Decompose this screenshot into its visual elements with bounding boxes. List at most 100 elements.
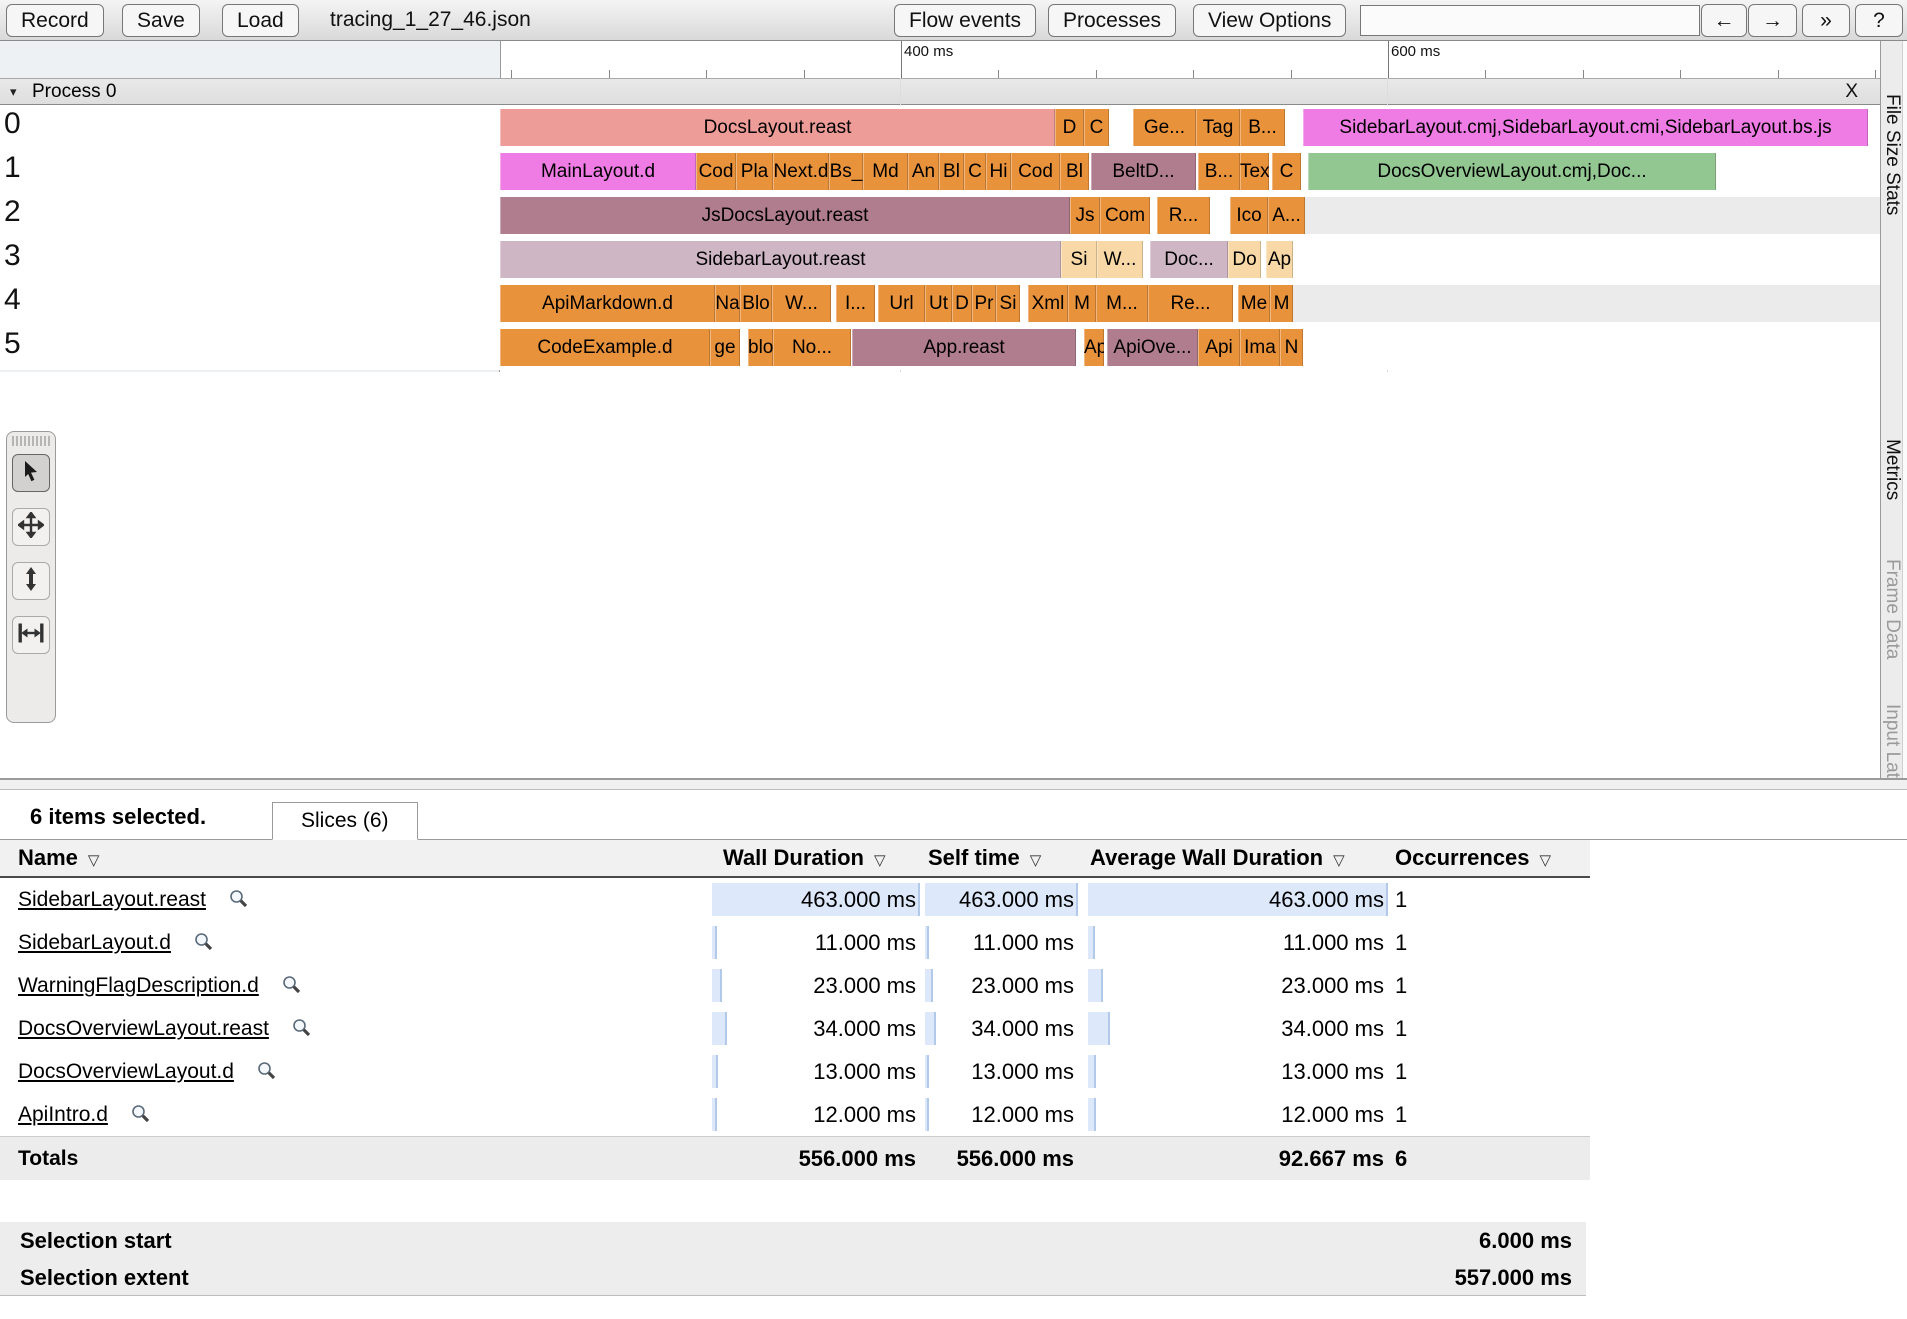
slice-name-link[interactable]: ApiIntro.d (18, 1103, 108, 1126)
slice[interactable]: B... (1240, 109, 1285, 146)
slices-tab[interactable]: Slices (6) (272, 802, 418, 840)
slice-name-link[interactable]: SidebarLayout.reast (18, 888, 206, 911)
column-header-average-wall-duration[interactable]: Average Wall Duration ▽ (1090, 840, 1345, 879)
slice[interactable]: Blo (740, 285, 772, 322)
slice[interactable]: CodeExample.d (500, 329, 710, 366)
slice[interactable]: D (952, 285, 972, 322)
slice[interactable]: JsDocsLayout.reast (500, 197, 1070, 234)
close-icon[interactable]: X (1845, 79, 1858, 104)
magnifier-icon[interactable] (130, 1096, 151, 1139)
slice[interactable]: D (1055, 109, 1084, 146)
magnifier-icon[interactable] (193, 924, 214, 967)
slice[interactable]: Api (1198, 329, 1240, 366)
slice[interactable]: C (1084, 109, 1109, 146)
slice[interactable]: Cod (696, 153, 736, 190)
select-tool-button[interactable] (12, 454, 50, 492)
column-header-occurrences[interactable]: Occurrences ▽ (1395, 840, 1551, 879)
slice[interactable]: Doc... (1150, 241, 1228, 278)
slice[interactable]: blo (748, 329, 773, 366)
slice[interactable]: Url (878, 285, 925, 322)
pan-tool-button[interactable] (12, 508, 50, 546)
slice[interactable]: MainLayout.d (500, 153, 696, 190)
slice[interactable]: Re... (1148, 285, 1233, 322)
save-button[interactable]: Save (122, 4, 200, 37)
palette-drag-handle[interactable] (12, 436, 50, 446)
slice[interactable]: Next.d (773, 153, 829, 190)
slice[interactable]: A... (1268, 197, 1305, 234)
slice[interactable]: M... (1096, 285, 1148, 322)
slice[interactable]: App.reast (852, 329, 1076, 366)
slice[interactable]: Ap (1266, 241, 1293, 278)
slice[interactable]: W... (1097, 241, 1143, 278)
slice[interactable]: Si (996, 285, 1020, 322)
slice[interactable]: Ima (1240, 329, 1280, 366)
magnifier-icon[interactable] (228, 881, 249, 924)
collapse-caret-icon[interactable]: ▾ (10, 79, 17, 104)
slice[interactable]: Js (1070, 197, 1100, 234)
help-button[interactable]: ? (1855, 4, 1903, 37)
slice[interactable]: Ico (1230, 197, 1268, 234)
find-next-button[interactable]: → (1748, 4, 1797, 37)
time-ruler[interactable]: 400 ms 600 ms (0, 41, 1907, 78)
magnifier-icon[interactable] (291, 1010, 312, 1053)
slice[interactable]: DocsLayout.reast (500, 109, 1055, 146)
expand-button[interactable]: » (1802, 4, 1850, 37)
search-input[interactable] (1360, 5, 1700, 36)
slice[interactable]: W... (772, 285, 831, 322)
slice[interactable]: Md (863, 153, 908, 190)
sidebar-tab-frame-data[interactable]: Frame Data (1881, 559, 1903, 659)
slice[interactable]: SidebarLayout.cmj,SidebarLayout.cmi,Side… (1303, 109, 1868, 146)
pane-splitter[interactable] (0, 778, 1907, 790)
slice[interactable]: M (1068, 285, 1096, 322)
slice[interactable]: Com (1100, 197, 1150, 234)
processes-button[interactable]: Processes (1048, 4, 1177, 37)
flow-events-button[interactable]: Flow events (894, 4, 1037, 37)
load-button[interactable]: Load (222, 4, 299, 37)
slice[interactable]: Do (1228, 241, 1261, 278)
slice[interactable]: Ut (925, 285, 952, 322)
timing-tool-button[interactable] (12, 616, 50, 654)
column-header-wall-duration[interactable]: Wall Duration ▽ (723, 840, 886, 879)
slice[interactable]: BeltD... (1091, 153, 1196, 190)
process-header[interactable]: ▾ Process 0 X (0, 78, 1880, 105)
slice[interactable]: Tex (1240, 153, 1269, 190)
slice[interactable]: Bl (1060, 153, 1089, 190)
sidebar-tab-metrics[interactable]: Metrics (1881, 439, 1903, 500)
slice[interactable]: SidebarLayout.reast (500, 241, 1061, 278)
slice[interactable]: C (1272, 153, 1301, 190)
slice[interactable]: Ge... (1133, 109, 1196, 146)
slice[interactable]: ApiMarkdown.d (500, 285, 715, 322)
slice[interactable]: Tag (1196, 109, 1240, 146)
slice[interactable]: Pla (736, 153, 773, 190)
slice[interactable]: M (1270, 285, 1293, 322)
column-header-name[interactable]: Name ▽ (18, 840, 99, 879)
slice[interactable]: N (1280, 329, 1303, 366)
view-options-button[interactable]: View Options (1193, 4, 1347, 37)
slice[interactable]: C (964, 153, 986, 190)
slice[interactable]: I... (836, 285, 875, 322)
slice-name-link[interactable]: DocsOverviewLayout.d (18, 1060, 234, 1083)
record-button[interactable]: Record (6, 4, 104, 37)
slice[interactable]: Pr (972, 285, 996, 322)
slice-name-link[interactable]: SidebarLayout.d (18, 931, 171, 954)
slice[interactable]: Cod (1011, 153, 1060, 190)
scrollbar-track[interactable] (1902, 41, 1907, 778)
slice[interactable]: Ap (1084, 329, 1104, 366)
slice-name-link[interactable]: DocsOverviewLayout.reast (18, 1017, 269, 1040)
slice[interactable]: Hi (986, 153, 1011, 190)
slice-name-link[interactable]: WarningFlagDescription.d (18, 974, 259, 997)
slice[interactable]: B... (1198, 153, 1240, 190)
sidebar-tab-file-size-stats[interactable]: File Size Stats (1881, 94, 1903, 215)
magnifier-icon[interactable] (281, 967, 302, 1010)
slice[interactable]: ge (710, 329, 740, 366)
slice[interactable]: Xml (1028, 285, 1068, 322)
zoom-tool-button[interactable] (12, 562, 50, 600)
slice[interactable]: DocsOverviewLayout.cmj,Doc... (1308, 153, 1716, 190)
slice[interactable]: Me (1238, 285, 1270, 322)
slice[interactable]: Bs_ (829, 153, 863, 190)
magnifier-icon[interactable] (256, 1053, 277, 1096)
find-previous-button[interactable]: ← (1701, 4, 1747, 37)
column-header-self-time[interactable]: Self time ▽ (928, 840, 1041, 879)
slice[interactable]: Si (1061, 241, 1097, 278)
slice[interactable]: ApiOve... (1107, 329, 1198, 366)
